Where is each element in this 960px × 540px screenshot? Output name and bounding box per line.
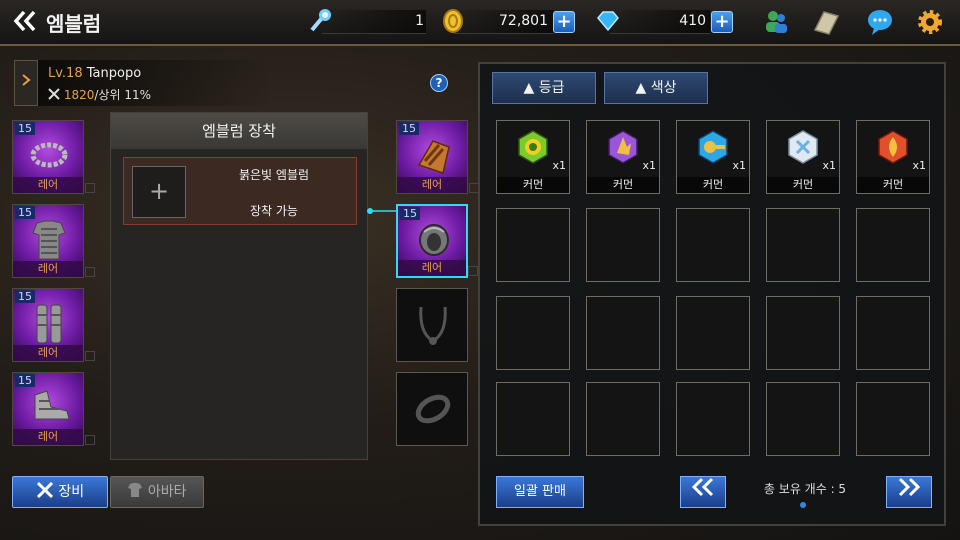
diamond-plus-button[interactable]: +	[711, 11, 733, 33]
connector-line	[367, 208, 396, 214]
torch-resource: 1	[306, 9, 426, 34]
equip-slot-ring[interactable]: 15 레어	[396, 204, 478, 278]
inventory-empty-cell[interactable]	[586, 208, 660, 282]
emblem-equip-panel: 엠블럼 장착 + 붉은빛 엠블럼 장착 가능	[110, 112, 368, 460]
chat-bubble-icon[interactable]	[866, 8, 894, 36]
crossed-swords-icon	[36, 481, 53, 499]
add-emblem-button[interactable]: +	[132, 166, 186, 218]
greaves-icon	[36, 304, 62, 344]
emblem-slot-red[interactable]: + 붉은빛 엠블럼 장착 가능	[123, 157, 357, 225]
inventory-empty-cell[interactable]	[496, 208, 570, 282]
gear-icon[interactable]	[916, 8, 944, 36]
green-emblem-icon	[518, 130, 548, 164]
inventory-empty-cell[interactable]	[856, 296, 930, 370]
player-info: Lv.18 Tanpopo 1820/상위 11%	[14, 60, 274, 106]
double-chevron-left-icon	[691, 477, 714, 497]
equip-slot-boots[interactable]: 15 레어	[12, 372, 95, 446]
inventory-empty-cell[interactable]	[676, 382, 750, 456]
sell-all-button[interactable]: 일괄 판매	[496, 476, 584, 508]
inventory-panel: ▲ 등급 ▲ 색상 x1 커먼 x1 커먼 x1 커먼 x1 커먼 x1 커먼	[478, 62, 946, 526]
inventory-item[interactable]: x1 커먼	[676, 120, 750, 194]
torch-icon	[310, 9, 331, 32]
emblem-slot-status: 장착 가능	[250, 204, 298, 218]
necklace-icon	[419, 306, 447, 345]
gold-coin-icon	[443, 9, 463, 33]
inventory-item[interactable]: x1 커먼	[496, 120, 570, 194]
inventory-item[interactable]: x1 커먼	[586, 120, 660, 194]
equip-slot-necklace-empty[interactable]	[396, 288, 468, 362]
filter-color-button[interactable]: ▲ 색상	[604, 72, 708, 104]
ring-icon	[419, 224, 449, 256]
game-screen: 엠블럼 1 72,801 + 410 + Lv.18 Tanpopo 1820/…	[0, 0, 960, 540]
equip-slot-gauntlet[interactable]: 15 레어	[396, 120, 479, 194]
emblem-panel-title: 엠블럼 장착	[111, 113, 367, 149]
ring-outline-icon	[415, 394, 451, 424]
inventory-empty-cell[interactable]	[676, 208, 750, 282]
page-indicator-dot	[800, 502, 806, 508]
inventory-empty-cell[interactable]	[766, 208, 840, 282]
friends-icon[interactable]	[762, 8, 790, 36]
blue-emblem-icon	[698, 130, 728, 164]
inventory-empty-cell[interactable]	[856, 208, 930, 282]
equip-slot-greaves[interactable]: 15 레어	[12, 288, 95, 362]
inventory-empty-cell[interactable]	[676, 296, 750, 370]
bracelet-icon	[30, 142, 68, 168]
total-owned-count: 총 보유 개수 : 5	[763, 482, 847, 496]
diamond-value: 410	[679, 13, 706, 29]
diamond-resource: 410 +	[594, 10, 736, 34]
help-button[interactable]: ?	[430, 74, 448, 92]
torch-value: 1	[415, 13, 424, 29]
red-emblem-icon	[878, 130, 908, 164]
inventory-item[interactable]: x1 커먼	[766, 120, 840, 194]
equip-slot-bracelet[interactable]: 15 레어	[12, 120, 95, 194]
purple-emblem-icon	[608, 130, 638, 164]
emblem-slot-name: 붉은빛 엠블럼	[238, 168, 310, 182]
chevron-right-icon	[22, 74, 31, 86]
gauntlet-icon	[417, 140, 450, 174]
page-title: 엠블럼	[46, 12, 102, 36]
double-chevron-left-icon	[13, 10, 36, 32]
back-button[interactable]	[12, 8, 42, 36]
gold-plus-button[interactable]: +	[553, 11, 575, 33]
inventory-empty-cell[interactable]	[766, 296, 840, 370]
gold-resource: 72,801 +	[438, 9, 578, 34]
equip-slot-armor[interactable]: 15 레어	[12, 204, 95, 278]
player-power: 1820/상위 11%	[48, 86, 151, 103]
map-scroll-icon[interactable]	[812, 8, 840, 36]
equip-slot-ring2-empty[interactable]	[396, 372, 468, 446]
filter-grade-button[interactable]: ▲ 등급	[492, 72, 596, 104]
boots-icon	[34, 390, 70, 420]
inventory-empty-cell[interactable]	[586, 296, 660, 370]
player-expand-button[interactable]	[14, 60, 38, 106]
inventory-empty-cell[interactable]	[586, 382, 660, 456]
white-emblem-icon	[788, 130, 818, 164]
inventory-empty-cell[interactable]	[766, 382, 840, 456]
diamond-icon	[597, 11, 619, 32]
next-page-button[interactable]	[886, 476, 932, 508]
tab-avatar[interactable]: 아바타	[110, 476, 204, 508]
inventory-empty-cell[interactable]	[496, 296, 570, 370]
avatar-shirt-icon	[128, 483, 143, 497]
gold-value: 72,801	[499, 13, 548, 29]
player-level-name: Lv.18 Tanpopo	[48, 66, 142, 81]
chainmail-armor-icon	[32, 220, 66, 260]
inventory-item[interactable]: x1 커먼	[856, 120, 930, 194]
inventory-empty-cell[interactable]	[856, 382, 930, 456]
tab-equipment[interactable]: 장비	[12, 476, 108, 508]
crossed-swords-icon	[48, 88, 60, 100]
double-chevron-right-icon	[898, 477, 921, 497]
inventory-empty-cell[interactable]	[496, 382, 570, 456]
top-bar: 엠블럼 1 72,801 + 410 +	[0, 0, 960, 46]
